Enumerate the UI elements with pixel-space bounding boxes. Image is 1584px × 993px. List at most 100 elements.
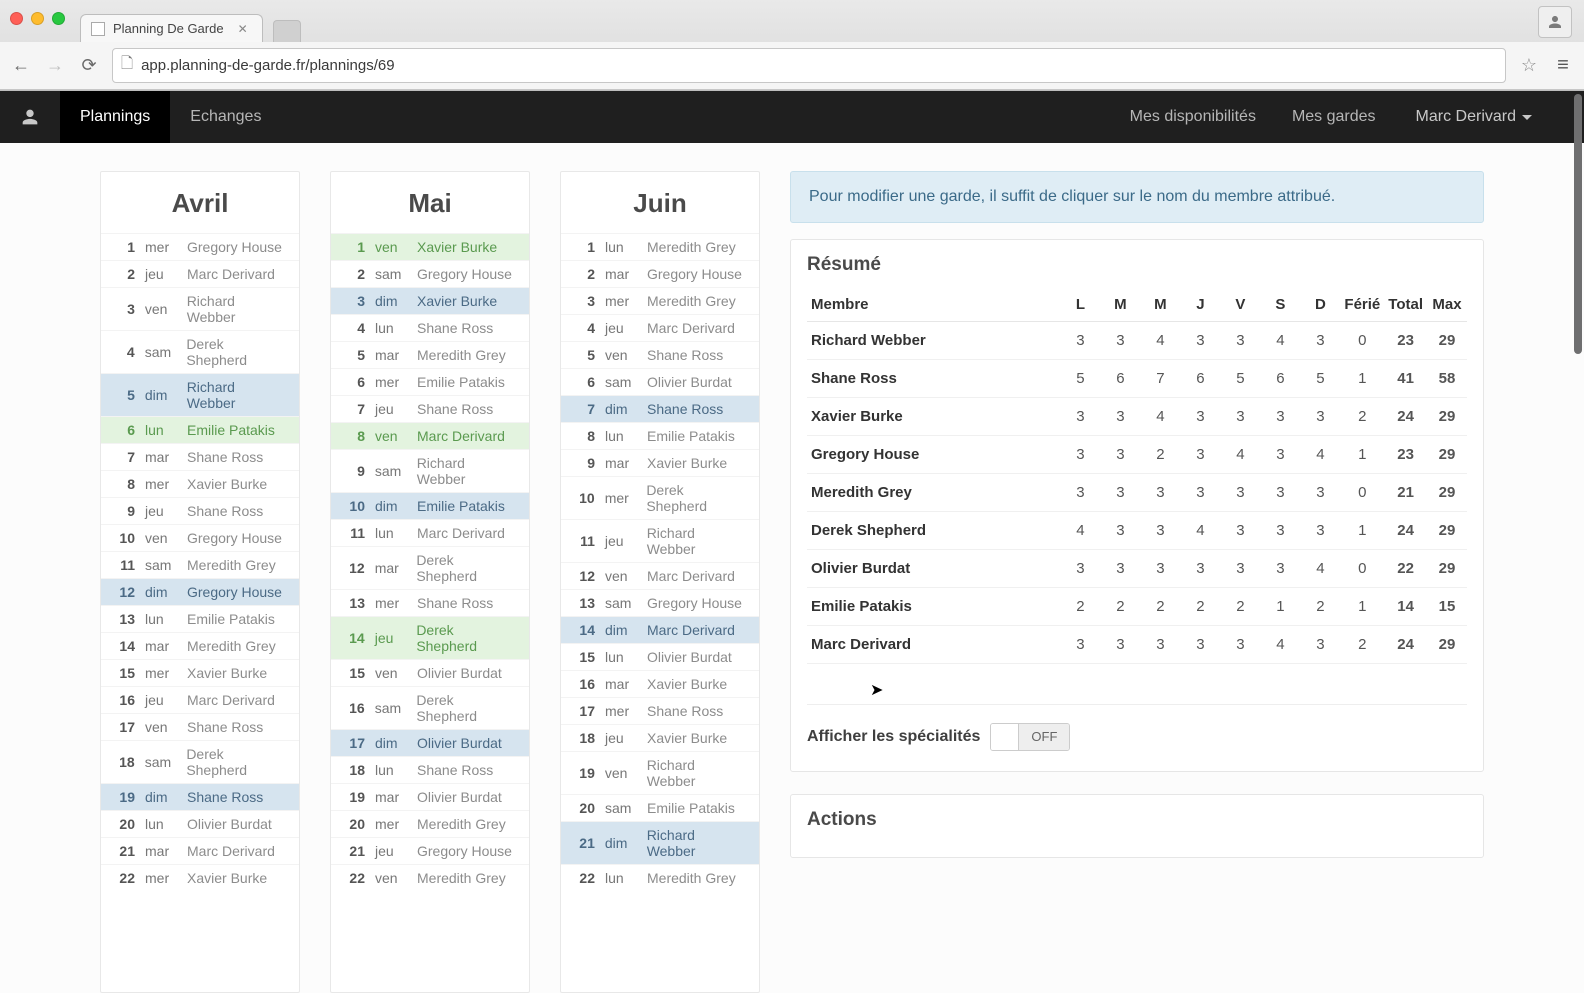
day-row[interactable]: 20lunOlivier Burdat <box>101 810 299 837</box>
day-row[interactable]: 14jeuDerek Shepherd <box>331 616 529 659</box>
day-row[interactable]: 7jeuShane Ross <box>331 395 529 422</box>
day-row[interactable]: 13lunEmilie Patakis <box>101 605 299 632</box>
assigned-member[interactable]: Shane Ross <box>647 401 723 417</box>
day-row[interactable]: 17dimOlivier Burdat <box>331 729 529 756</box>
assigned-member[interactable]: Marc Derivard <box>417 428 505 444</box>
assigned-member[interactable]: Gregory House <box>417 266 512 282</box>
assigned-member[interactable]: Olivier Burdat <box>647 649 732 665</box>
assigned-member[interactable]: Shane Ross <box>417 595 493 611</box>
assigned-member[interactable]: Meredith Grey <box>187 638 276 654</box>
day-row[interactable]: 20merMeredith Grey <box>331 810 529 837</box>
day-row[interactable]: 19marOlivier Burdat <box>331 783 529 810</box>
site-info-icon[interactable]: 🗋 <box>121 53 133 78</box>
reload-button[interactable]: ⟳ <box>78 55 100 77</box>
assigned-member[interactable]: Richard Webber <box>417 455 517 487</box>
assigned-member[interactable]: Shane Ross <box>647 347 723 363</box>
day-row[interactable]: 10dimEmilie Patakis <box>331 492 529 519</box>
day-row[interactable]: 4jeuMarc Derivard <box>561 314 759 341</box>
assigned-member[interactable]: Olivier Burdat <box>647 374 732 390</box>
user-menu[interactable]: Marc Derivard <box>1394 108 1554 126</box>
day-row[interactable]: 8merXavier Burke <box>101 470 299 497</box>
assigned-member[interactable]: Marc Derivard <box>417 525 505 541</box>
browser-tab[interactable]: Planning De Garde ✕ <box>80 14 263 42</box>
assigned-member[interactable]: Marc Derivard <box>647 622 735 638</box>
forward-button[interactable]: → <box>44 55 66 77</box>
day-row[interactable]: 3venRichard Webber <box>101 287 299 330</box>
day-row[interactable]: 1merGregory House <box>101 233 299 260</box>
day-row[interactable]: 7dimShane Ross <box>561 395 759 422</box>
assigned-member[interactable]: Meredith Grey <box>187 557 276 573</box>
day-row[interactable]: 5venShane Ross <box>561 341 759 368</box>
day-row[interactable]: 2samGregory House <box>331 260 529 287</box>
day-row[interactable]: 2marGregory House <box>561 260 759 287</box>
day-row[interactable]: 10venGregory House <box>101 524 299 551</box>
day-row[interactable]: 10merDerek Shepherd <box>561 476 759 519</box>
assigned-member[interactable]: Xavier Burke <box>187 665 267 681</box>
day-row[interactable]: 9jeuShane Ross <box>101 497 299 524</box>
day-row[interactable]: 8lunEmilie Patakis <box>561 422 759 449</box>
day-row[interactable]: 14dimMarc Derivard <box>561 616 759 643</box>
assigned-member[interactable]: Shane Ross <box>417 762 493 778</box>
day-row[interactable]: 2jeuMarc Derivard <box>101 260 299 287</box>
day-row[interactable]: 6merEmilie Patakis <box>331 368 529 395</box>
day-row[interactable]: 16samDerek Shepherd <box>331 686 529 729</box>
day-row[interactable]: 8venMarc Derivard <box>331 422 529 449</box>
assigned-member[interactable]: Xavier Burke <box>647 455 727 471</box>
day-row[interactable]: 17venShane Ross <box>101 713 299 740</box>
nav-disponibilites[interactable]: Mes disponibilités <box>1112 108 1274 126</box>
day-row[interactable]: 22merXavier Burke <box>101 864 299 891</box>
assigned-member[interactable]: Xavier Burke <box>187 476 267 492</box>
assigned-member[interactable]: Xavier Burke <box>647 730 727 746</box>
assigned-member[interactable]: Gregory House <box>647 595 742 611</box>
assigned-member[interactable]: Shane Ross <box>417 401 493 417</box>
assigned-member[interactable]: Meredith Grey <box>417 347 506 363</box>
day-row[interactable]: 18lunShane Ross <box>331 756 529 783</box>
day-row[interactable]: 19venRichard Webber <box>561 751 759 794</box>
assigned-member[interactable]: Olivier Burdat <box>187 816 272 832</box>
assigned-member[interactable]: Emilie Patakis <box>647 800 735 816</box>
assigned-member[interactable]: Shane Ross <box>647 703 723 719</box>
assigned-member[interactable]: Meredith Grey <box>417 816 506 832</box>
close-window-icon[interactable] <box>10 12 23 25</box>
day-row[interactable]: 12venMarc Derivard <box>561 562 759 589</box>
day-row[interactable]: 14marMeredith Grey <box>101 632 299 659</box>
day-row[interactable]: 19dimShane Ross <box>101 783 299 810</box>
day-row[interactable]: 12dimGregory House <box>101 578 299 605</box>
maximize-window-icon[interactable] <box>52 12 65 25</box>
assigned-member[interactable]: Xavier Burke <box>417 239 497 255</box>
bookmark-button[interactable]: ☆ <box>1518 55 1540 77</box>
day-row[interactable]: 22venMeredith Grey <box>331 864 529 891</box>
scrollbar[interactable] <box>1574 94 1582 354</box>
day-row[interactable]: 15lunOlivier Burdat <box>561 643 759 670</box>
assigned-member[interactable]: Gregory House <box>417 843 512 859</box>
day-row[interactable]: 7marShane Ross <box>101 443 299 470</box>
nav-mes-gardes[interactable]: Mes gardes <box>1274 108 1394 126</box>
chrome-profile-button[interactable] <box>1538 6 1572 38</box>
assigned-member[interactable]: Richard Webber <box>647 757 747 789</box>
day-row[interactable]: 11lunMarc Derivard <box>331 519 529 546</box>
assigned-member[interactable]: Derek Shepherd <box>416 552 517 584</box>
assigned-member[interactable]: Marc Derivard <box>647 320 735 336</box>
assigned-member[interactable]: Shane Ross <box>187 449 263 465</box>
assigned-member[interactable]: Marc Derivard <box>187 692 275 708</box>
day-row[interactable]: 1lunMeredith Grey <box>561 233 759 260</box>
day-row[interactable]: 4lunShane Ross <box>331 314 529 341</box>
day-row[interactable]: 3dimXavier Burke <box>331 287 529 314</box>
brand-logo[interactable] <box>0 91 60 143</box>
day-row[interactable]: 15merXavier Burke <box>101 659 299 686</box>
day-row[interactable]: 13samGregory House <box>561 589 759 616</box>
day-row[interactable]: 22lunMeredith Grey <box>561 864 759 891</box>
day-row[interactable]: 15venOlivier Burdat <box>331 659 529 686</box>
assigned-member[interactable]: Emilie Patakis <box>187 611 275 627</box>
day-row[interactable]: 18jeuXavier Burke <box>561 724 759 751</box>
minimize-window-icon[interactable] <box>31 12 44 25</box>
assigned-member[interactable]: Shane Ross <box>187 503 263 519</box>
day-row[interactable]: 13merShane Ross <box>331 589 529 616</box>
assigned-member[interactable]: Marc Derivard <box>187 266 275 282</box>
assigned-member[interactable]: Derek Shepherd <box>416 622 517 654</box>
assigned-member[interactable]: Xavier Burke <box>647 676 727 692</box>
assigned-member[interactable]: Emilie Patakis <box>187 422 275 438</box>
day-row[interactable]: 18samDerek Shepherd <box>101 740 299 783</box>
assigned-member[interactable]: Meredith Grey <box>647 870 736 886</box>
assigned-member[interactable]: Gregory House <box>187 239 282 255</box>
